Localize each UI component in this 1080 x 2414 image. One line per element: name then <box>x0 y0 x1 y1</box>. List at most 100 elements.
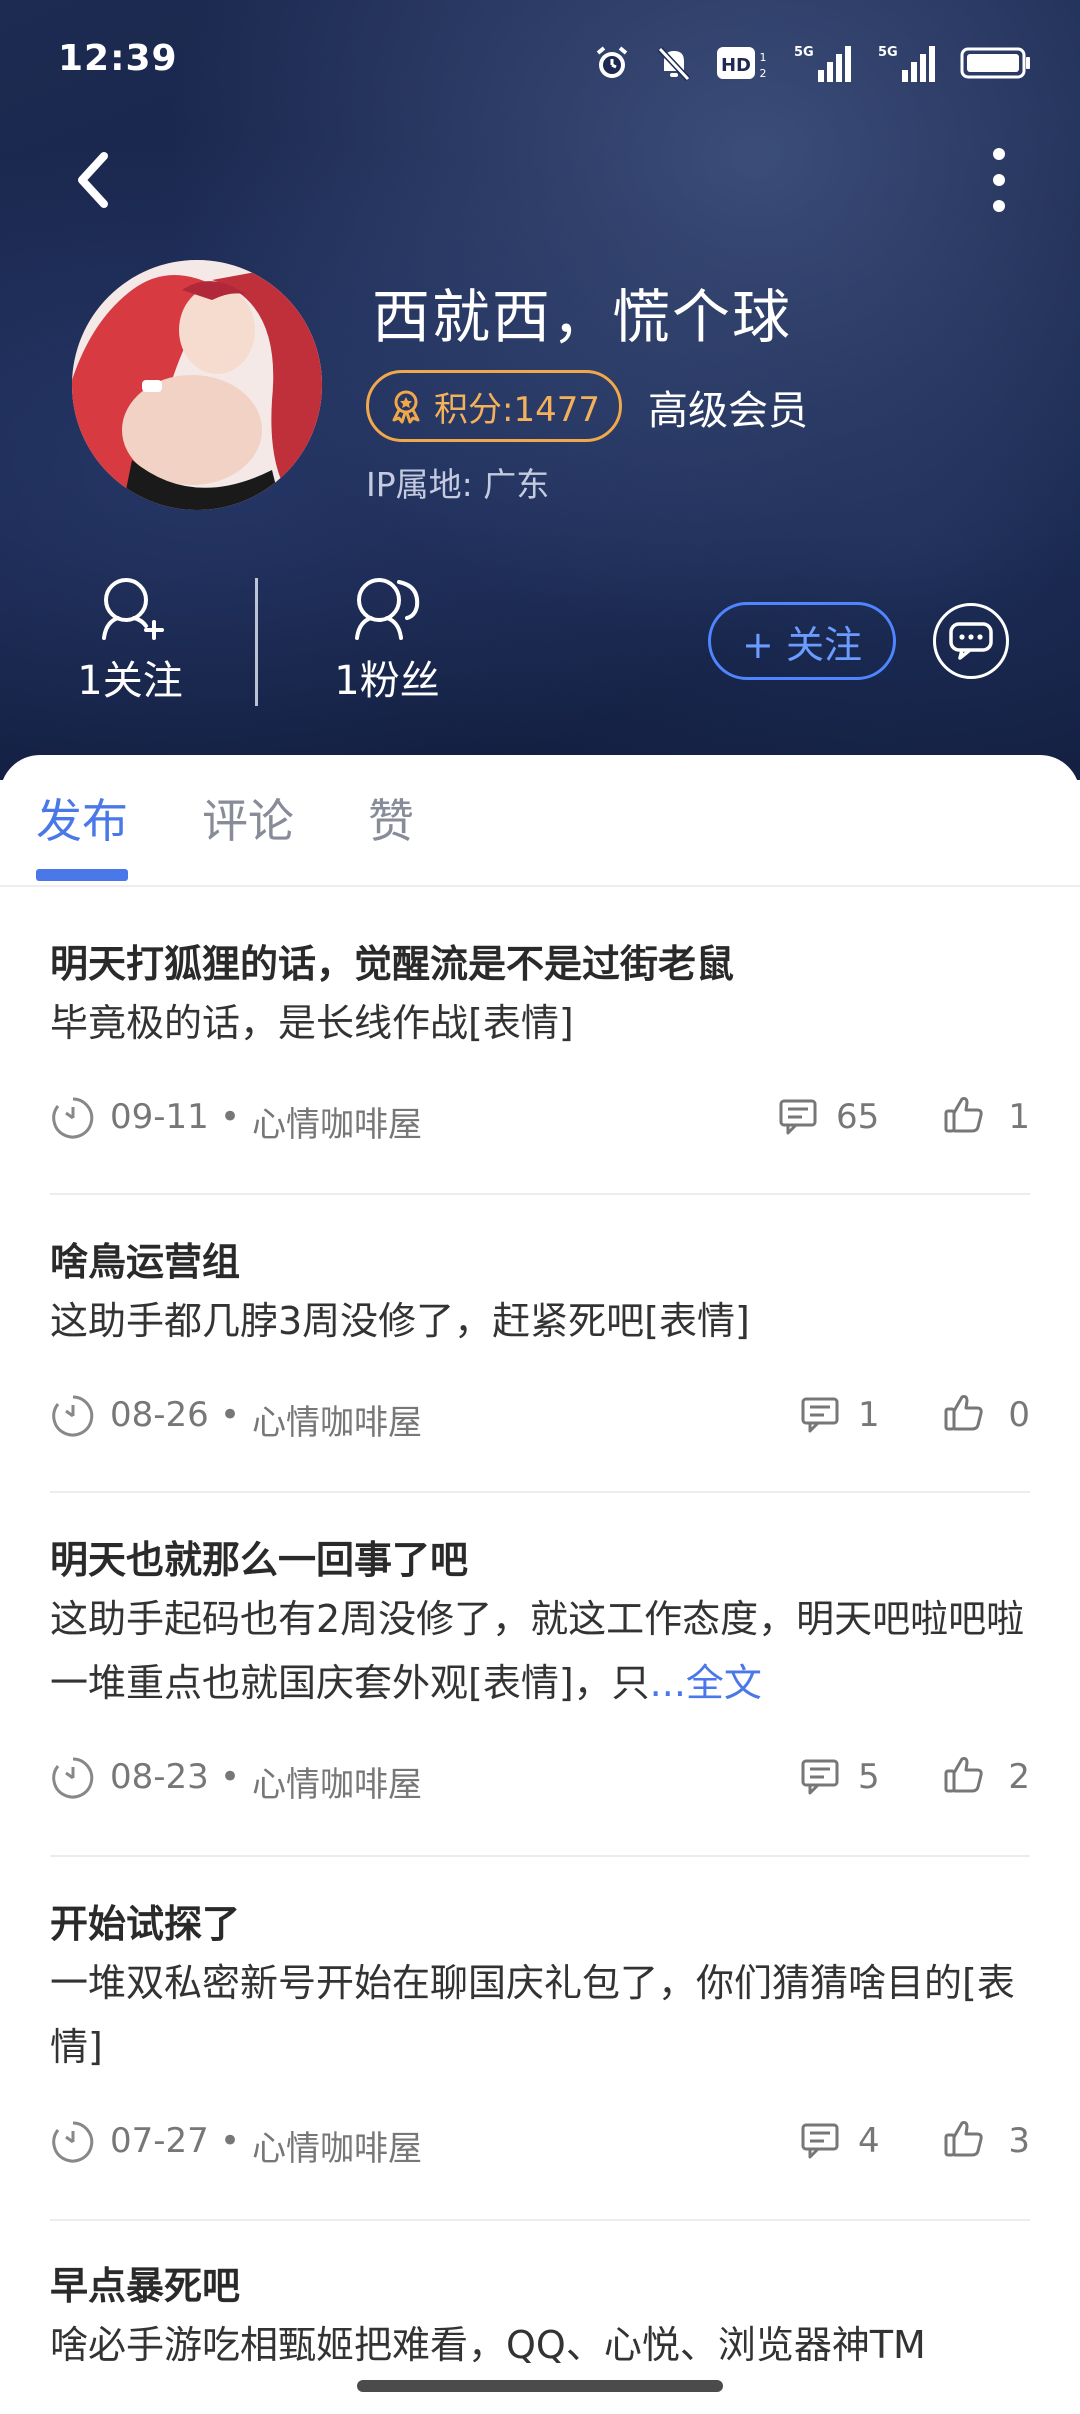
post-body-text: 啥必手游吃相甄姬把难看，QQ、心悦、浏览器神TM <box>50 2323 926 2367</box>
post-meta: 09-11 • 心情咖啡屋 65 1 <box>50 1093 1030 1146</box>
post-category[interactable]: 心情咖啡屋 <box>252 1395 422 1444</box>
post-body: 这助手都几脖3周没修了，赶紧死吧[表情] <box>50 1289 1030 1353</box>
post-category[interactable]: 心情咖啡屋 <box>252 2121 422 2170</box>
tab-publish[interactable]: 发布 <box>36 785 128 851</box>
comment-count: 4 <box>858 2121 880 2161</box>
post-body: 啥必手游吃相甄姬把难看，QQ、心悦、浏览器神TM <box>50 2313 1030 2377</box>
chat-bubble-icon <box>949 622 993 660</box>
medal-icon <box>392 390 420 424</box>
signal-5g-icon: 5G <box>794 45 851 82</box>
member-level: 高级会员 <box>648 388 808 434</box>
read-more-link[interactable]: ...全文 <box>650 1661 762 1705</box>
post-body-text: 毕竟极的话，是长线作战[表情] <box>50 1001 574 1045</box>
avatar-image <box>72 260 322 510</box>
meta-separator: • <box>220 1757 241 1797</box>
post-body: 毕竟极的话，是长线作战[表情] <box>50 991 1030 1055</box>
ip-location: IP属地: 广东 <box>366 465 550 504</box>
comment-icon[interactable] <box>800 2121 840 2161</box>
comment-count: 1 <box>858 1395 880 1435</box>
post-date: 08-26 <box>110 1395 209 1435</box>
meta-separator: • <box>220 1097 241 1137</box>
user-add-icon <box>102 578 164 640</box>
stat-divider <box>255 578 258 706</box>
svg-text:5G: 5G <box>878 45 898 60</box>
post-body-text: 这助手起码也有2周没修了，就这工作态度，明天吧啦吧啦一堆重点也就国庆套外观[表情… <box>50 1597 1025 1705</box>
post-body-text: 这助手都几脖3周没修了，赶紧死吧[表情] <box>50 1299 750 1343</box>
more-vertical-icon <box>993 148 1005 212</box>
status-bar: 12:39 HD 1 2 5G 5G <box>0 0 1080 120</box>
following-count: 1关注 <box>77 658 183 704</box>
post-item[interactable]: 明天也就那么一回事了吧 这助手起码也有2周没修了，就这工作态度，明天吧啦吧啦一堆… <box>50 1529 1030 1857</box>
back-button[interactable] <box>64 140 124 220</box>
post-meta: 08-23 • 心情咖啡屋 5 2 <box>50 1753 1030 1806</box>
hd-icon: HD 1 2 <box>717 47 767 80</box>
post-item[interactable]: 明天打狐狸的话，觉醒流是不是过街老鼠 毕竟极的话，是长线作战[表情] 09-11… <box>50 933 1030 1195</box>
tab-comments[interactable]: 评论 <box>202 785 294 851</box>
like-count: 3 <box>1008 2121 1030 2161</box>
avatar[interactable] <box>72 260 322 510</box>
post-title: 开始试探了 <box>50 1902 241 1946</box>
clock-icon <box>52 1097 94 1139</box>
svg-text:5G: 5G <box>794 45 814 60</box>
battery-icon <box>960 47 1030 79</box>
post-title: 早点暴死吧 <box>50 2264 241 2308</box>
post-item[interactable]: 开始试探了 一堆双私密新号开始在聊国庆礼包了，你们猜猜啥目的[表情] 07-27… <box>50 1893 1030 2221</box>
tab-likes[interactable]: 赞 <box>368 785 414 851</box>
comment-icon[interactable] <box>800 1395 840 1435</box>
thumbs-up-icon[interactable] <box>942 1391 986 1435</box>
status-icons: HD 1 2 5G 5G <box>592 38 1032 88</box>
active-tab-indicator <box>36 869 128 881</box>
comment-icon[interactable] <box>778 1097 818 1137</box>
comment-count: 5 <box>858 1757 880 1797</box>
comment-icon[interactable] <box>800 1757 840 1797</box>
alarm-icon <box>596 46 628 78</box>
thumbs-up-icon[interactable] <box>942 1093 986 1137</box>
signal-5g-secondary-icon: 5G <box>878 45 935 82</box>
mute-bell-icon <box>657 46 691 82</box>
fans-count: 1粉丝 <box>334 658 440 704</box>
like-count: 1 <box>1008 1097 1030 1137</box>
message-button[interactable] <box>933 603 1009 679</box>
tab-bar: 发布 评论 赞 <box>0 755 1080 887</box>
points-text: 积分:1477 <box>434 389 600 430</box>
svg-text:2: 2 <box>760 67 767 80</box>
post-meta: 07-27 • 心情咖啡屋 4 3 <box>50 2117 1030 2170</box>
like-count: 0 <box>1008 1395 1030 1435</box>
user-profile-page: 12:39 HD 1 2 5G 5G 西就西，慌个球 积分:1477 高级会员 … <box>0 0 1080 2414</box>
thumbs-up-icon[interactable] <box>942 2117 986 2161</box>
username: 西就西，慌个球 <box>372 283 793 351</box>
svg-text:1: 1 <box>760 51 767 64</box>
post-title: 明天打狐狸的话，觉醒流是不是过街老鼠 <box>50 942 735 986</box>
like-count: 2 <box>1008 1757 1030 1797</box>
post-body: 一堆双私密新号开始在聊国庆礼包了，你们猜猜啥目的[表情] <box>50 1951 1030 2079</box>
back-arrow-icon <box>78 152 108 208</box>
more-options-button[interactable] <box>974 142 1024 218</box>
clock-icon <box>52 1757 94 1799</box>
comment-count: 65 <box>836 1097 880 1137</box>
post-category[interactable]: 心情咖啡屋 <box>252 1757 422 1806</box>
follow-button[interactable]: + 关注 <box>708 602 896 680</box>
post-meta: 08-26 • 心情咖啡屋 1 0 <box>50 1391 1030 1444</box>
clock-icon <box>52 1395 94 1437</box>
meta-separator: • <box>220 1395 241 1435</box>
users-icon <box>355 578 420 640</box>
clock-icon <box>52 2121 94 2163</box>
post-date: 07-27 <box>110 2121 209 2161</box>
status-time: 12:39 <box>58 38 178 79</box>
points-badge[interactable]: 积分:1477 <box>366 370 622 442</box>
post-date: 09-11 <box>110 1097 209 1137</box>
post-body: 这助手起码也有2周没修了，就这工作态度，明天吧啦吧啦一堆重点也就国庆套外观[表情… <box>50 1587 1030 1715</box>
post-category[interactable]: 心情咖啡屋 <box>252 1097 422 1146</box>
post-date: 08-23 <box>110 1757 209 1797</box>
fans-stat[interactable]: 1粉丝 <box>322 572 452 706</box>
post-title: 明天也就那么一回事了吧 <box>50 1538 469 1582</box>
post-title: 啥鳥运营组 <box>50 1240 241 1284</box>
thumbs-up-icon[interactable] <box>942 1753 986 1797</box>
home-indicator[interactable] <box>357 2380 723 2392</box>
svg-text:HD: HD <box>721 55 751 76</box>
meta-separator: • <box>220 2121 241 2161</box>
post-body-text: 一堆双私密新号开始在聊国庆礼包了，你们猜猜啥目的[表情] <box>50 1961 1015 2069</box>
following-stat[interactable]: 1关注 <box>70 572 190 706</box>
post-item[interactable]: 啥鳥运营组 这助手都几脖3周没修了，赶紧死吧[表情] 08-26 • 心情咖啡屋… <box>50 1231 1030 1493</box>
content-panel: 发布 评论 赞 明天打狐狸的话，觉醒流是不是过街老鼠 毕竟极的话，是长线作战[表… <box>0 755 1080 2414</box>
